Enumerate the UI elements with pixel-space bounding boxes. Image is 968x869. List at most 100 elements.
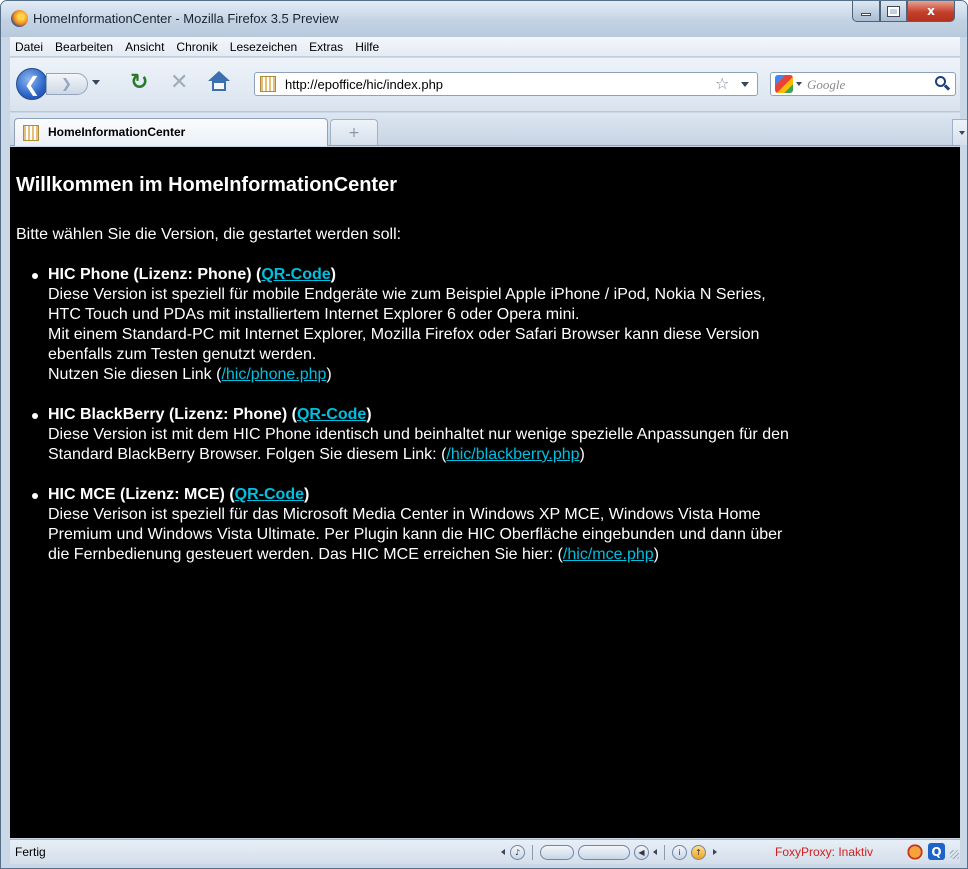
link-suffix: ) <box>579 446 585 463</box>
minimize-button[interactable] <box>852 1 880 22</box>
separator <box>532 845 533 860</box>
mce-version-link[interactable]: /hic/mce.php <box>563 546 654 563</box>
link-prefix: die Fernbedienung gesteuert werden. Das … <box>48 546 563 563</box>
version-name-end: ) <box>303 486 310 503</box>
title-bar[interactable]: HomeInformationCenter - Mozilla Firefox … <box>1 1 967 37</box>
plus-icon: + <box>348 124 360 141</box>
bullet <box>32 273 38 279</box>
resize-grip-icon[interactable] <box>950 850 959 859</box>
version-description: Diese Verison ist speziell für das Micro… <box>48 506 761 523</box>
qr-code-link[interactable]: QR-Code <box>261 266 330 283</box>
page-content: Willkommen im HomeInformationCenter Bitt… <box>10 147 960 838</box>
version-description: Mit einem Standard-PC mit Internet Explo… <box>48 326 760 343</box>
search-engine-dropdown-icon[interactable] <box>796 82 802 86</box>
version-description: ebenfalls zum Testen genutzt werden. <box>48 346 317 363</box>
chevron-down-icon <box>959 130 965 135</box>
blackberry-version-link[interactable]: /hic/blackberry.php <box>446 446 579 463</box>
menu-chronik[interactable]: Chronik <box>171 40 224 54</box>
version-name: HIC MCE (Lizenz: MCE) ( <box>48 486 235 503</box>
tab-list-button[interactable] <box>952 119 967 145</box>
version-heading: HIC MCE (Lizenz: MCE) (QR-Code) <box>48 485 954 505</box>
reload-button[interactable]: ↻ <box>130 70 148 95</box>
page-intro: Bitte wählen Sie die Version, die gestar… <box>16 226 402 243</box>
browser-window: HomeInformationCenter - Mozilla Firefox … <box>0 0 968 869</box>
minimize-icon <box>861 13 871 16</box>
menu-ansicht[interactable]: Ansicht <box>120 40 171 54</box>
forward-icon: ❯ <box>61 76 72 92</box>
back-button[interactable]: ❮ <box>16 68 48 100</box>
foxyproxy-status[interactable]: FoxyProxy: Inaktiv <box>775 845 873 859</box>
version-link-line: die Fernbedienung gesteuert werden. Das … <box>48 545 954 565</box>
menu-datei[interactable]: Datei <box>10 40 50 54</box>
site-favicon-icon <box>260 76 276 92</box>
version-heading: HIC BlackBerry (Lizenz: Phone) (QR-Code) <box>48 405 954 425</box>
url-bar[interactable]: http://epoffice/hic/index.php ☆ <box>254 72 758 96</box>
search-icon-handle <box>943 84 951 91</box>
home-icon-body <box>212 81 226 91</box>
next-arrow-icon[interactable] <box>713 849 717 855</box>
search-input[interactable]: Google <box>807 77 845 93</box>
version-name: HIC BlackBerry (Lizenz: Phone) ( <box>48 406 297 423</box>
qr-code-link[interactable]: QR-Code <box>235 486 304 503</box>
version-description: HTC Touch und PDAs mit installiertem Int… <box>48 306 580 323</box>
link-suffix: ) <box>326 366 332 383</box>
prev-arrow-icon[interactable] <box>501 849 505 855</box>
menu-lesezeichen[interactable]: Lesezeichen <box>225 40 304 54</box>
version-heading: HIC Phone (Lizenz: Phone) (QR-Code) <box>48 265 954 285</box>
page-title: Willkommen im HomeInformationCenter <box>16 174 397 196</box>
home-icon <box>208 71 230 81</box>
separator <box>664 845 665 860</box>
back-icon: ❮ <box>23 72 41 96</box>
q-icon[interactable]: Q <box>928 843 945 860</box>
menu-bar: Datei Bearbeiten Ansicht Chronik Lesezei… <box>10 37 960 57</box>
stop-button[interactable]: ✕ <box>170 70 188 95</box>
version-description: Premium und Windows Vista Ultimate. Per … <box>48 526 783 543</box>
version-link-line: Nutzen Sie diesen Link (/hic/phone.php) <box>48 365 954 385</box>
foxyproxy-icon[interactable] <box>906 843 924 861</box>
menu-hilfe[interactable]: Hilfe <box>350 40 386 54</box>
tab-strip: HomeInformationCenter + <box>10 113 967 146</box>
download-icon[interactable]: ↑ <box>691 845 706 860</box>
search-bar[interactable]: Google <box>770 72 956 96</box>
close-icon: x <box>927 4 935 18</box>
version-item-phone: HIC Phone (Lizenz: Phone) (QR-Code) Dies… <box>32 265 954 385</box>
menu-bearbeiten[interactable]: Bearbeiten <box>50 40 120 54</box>
status-text: Fertig <box>15 845 46 859</box>
player-settings-button[interactable] <box>540 845 574 860</box>
version-name-end: ) <box>330 266 336 283</box>
maximize-button[interactable] <box>880 1 907 22</box>
tab-homeinformationcenter[interactable]: HomeInformationCenter <box>14 118 328 146</box>
version-description: Diese Version ist speziell für mobile En… <box>48 286 766 303</box>
version-description: Diese Version ist mit dem HIC Phone iden… <box>48 426 789 443</box>
version-item-mce: HIC MCE (Lizenz: MCE) (QR-Code) Diese Ve… <box>32 485 954 565</box>
info-icon[interactable]: i <box>672 845 687 860</box>
close-button[interactable]: x <box>907 1 955 22</box>
link-suffix: ) <box>653 546 659 563</box>
search-engine-icon[interactable] <box>775 75 793 93</box>
status-bar: Fertig ♪ ◀ i ↑ FoxyProxy: Inaktiv Q <box>10 839 960 864</box>
history-dropdown-icon[interactable] <box>92 80 100 85</box>
version-item-blackberry: HIC BlackBerry (Lizenz: Phone) (QR-Code)… <box>32 405 954 465</box>
phone-version-link[interactable]: /hic/phone.php <box>221 366 326 383</box>
new-tab-button[interactable]: + <box>330 119 378 145</box>
forward-button[interactable]: ❯ <box>46 73 88 95</box>
qr-code-link[interactable]: QR-Code <box>297 406 366 423</box>
menu-extras[interactable]: Extras <box>304 40 350 54</box>
version-name-end: ) <box>366 406 372 423</box>
link-prefix: Standard BlackBerry Browser. Folgen Sie … <box>48 446 447 463</box>
home-button[interactable] <box>208 71 230 93</box>
bullet <box>32 413 38 419</box>
version-list: HIC Phone (Lizenz: Phone) (QR-Code) Dies… <box>32 265 954 585</box>
stop-icon: ✕ <box>170 70 189 95</box>
playback-controls[interactable] <box>578 845 630 860</box>
url-dropdown-icon[interactable] <box>741 82 749 87</box>
url-text[interactable]: http://epoffice/hic/index.php <box>285 77 443 92</box>
version-name: HIC Phone (Lizenz: Phone) ( <box>48 266 262 283</box>
search-icon[interactable] <box>933 75 951 93</box>
tab-label: HomeInformationCenter <box>48 125 186 139</box>
firefox-icon <box>11 10 28 27</box>
bookmark-star-icon[interactable]: ☆ <box>715 74 729 93</box>
media-icon[interactable]: ♪ <box>510 845 525 860</box>
volume-icon[interactable]: ◀ <box>634 845 649 860</box>
volume-arrow-icon[interactable] <box>653 849 657 855</box>
